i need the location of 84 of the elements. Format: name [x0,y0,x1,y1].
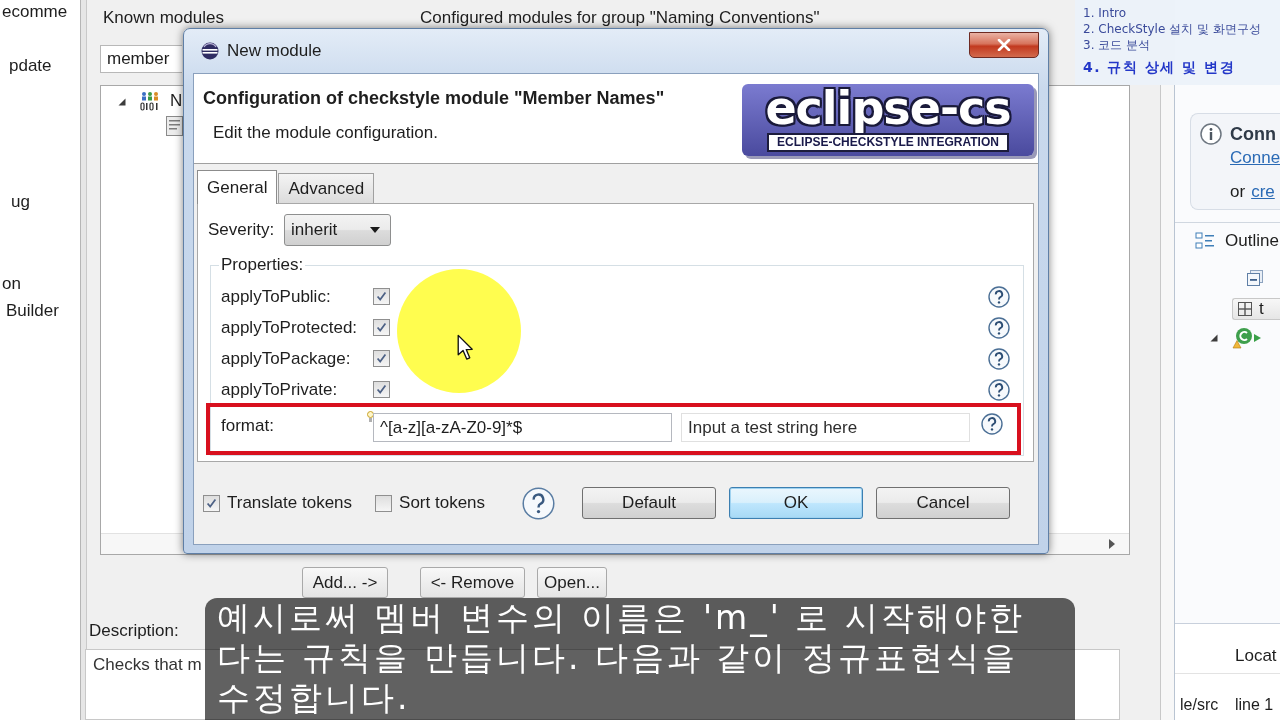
property-label: applyToProtected: [221,317,359,338]
checkbox-label[interactable]: Translate tokens [227,493,353,513]
expand-triangle-icon[interactable] [118,98,126,106]
tree-item[interactable]: on [0,271,21,300]
info-icon [1200,123,1222,145]
description-label: Description: [89,620,179,642]
document-icon [166,116,183,136]
configured-modules-label: Configured modules for group "Naming Conventions" [420,9,820,29]
checkbox[interactable] [375,494,393,512]
play-icon [1254,334,1261,342]
link[interactable]: Conne [1230,145,1280,171]
description-text: Checks that m [93,654,202,676]
check-icon [375,383,388,396]
logo-tagline: ECLIPSE-CHECKSTYLE INTEGRATION [767,133,1009,152]
filter-field[interactable]: member [100,45,182,73]
header-title: Configuration of checkstyle module "Member Names" [203,87,665,109]
toolbar-button[interactable]: t [1232,298,1280,320]
help-icon[interactable] [988,378,1010,401]
known-modules-label: Known modules [103,9,224,29]
chapter-item: 3. 코드 분석 [1083,37,1151,53]
severity-dropdown[interactable]: inherit [284,214,391,246]
help-icon[interactable] [981,413,1003,435]
check-icon [375,352,388,365]
help-icon[interactable] [988,316,1010,339]
people-icon [140,91,160,111]
checkbox-label[interactable]: Sort tokens [399,493,486,513]
caret-icon [370,227,380,233]
collapse-all-icon[interactable] [1246,269,1264,287]
tab[interactable]: Advanced [278,173,375,203]
chapter-item: 2. CheckStyle 설치 및 화면구성 [1083,21,1261,37]
property-label: format: [221,415,275,436]
regex-field[interactable]: ^[a-z][a-zA-Z0-9]*$ [373,413,672,442]
checkbox[interactable] [203,494,220,512]
check-icon [205,496,218,510]
help-icon[interactable] [988,347,1010,370]
subtitle-text: 예시로써 멤버 변수의 이름은 'm_' 로 시작해야한다는 규칙을 만듭니다. 다음과 같이 정규표현식을 수정합니다. [217,598,1026,718]
link[interactable]: cre [1251,179,1275,205]
help-icon[interactable] [522,486,556,520]
checkbox[interactable] [373,381,390,398]
property-label: applyToPackage: [221,348,352,369]
column-header[interactable]: Locat [1235,645,1277,666]
lightbulb-icon [367,411,374,423]
remove-button[interactable]: <- Remove [420,567,525,598]
severity-label: Severity: [208,220,276,240]
outline-icon [1195,232,1215,250]
tree-item[interactable]: ug [0,190,30,218]
close-button[interactable] [969,32,1039,58]
table-cell-text: le/src [1180,695,1220,715]
tree-item[interactable]: pdate [0,54,52,82]
tab[interactable]: General [197,170,278,204]
view-title[interactable]: Outline [1225,231,1279,251]
cancel-button[interactable]: Cancel [876,487,1011,519]
header-subtitle: Edit the module configuration. [212,122,439,144]
properties-label: Properties: [221,255,304,274]
checkbox[interactable] [373,319,390,336]
help-icon[interactable] [988,285,1010,308]
close-icon [997,39,1011,51]
class-icon [1232,327,1254,349]
tree-item[interactable]: Builder [0,299,59,327]
logo-wordmark: eclipse-cs [765,84,1011,132]
grid-icon [1237,301,1253,317]
checkbox[interactable] [373,350,390,367]
test-field[interactable]: Input a test string here [681,413,970,442]
table-cell-text: line 1 [1235,695,1275,715]
default-button[interactable]: Default [582,487,717,519]
open-button[interactable]: Open... [537,567,607,598]
info-title: Conn [1230,123,1276,145]
check-icon [375,290,388,303]
chapter-item: 1. Intro [1083,5,1127,21]
info-text: or [1230,181,1246,203]
pointer-icon [457,334,474,361]
add-button[interactable]: Add... -> [302,567,388,598]
expand-triangle-icon[interactable] [1210,334,1218,342]
ok-button[interactable]: OK [729,487,864,519]
property-label: applyToPublic: [221,286,332,307]
eclipse-icon [201,42,219,60]
check-icon [375,321,388,334]
property-label: applyToPrivate: [221,379,339,400]
chapter-item: 4. 규칙 상세 및 변경 [1083,58,1236,76]
scroll-arrow-icon[interactable] [1109,539,1115,549]
dialog-title: New module [227,41,322,61]
tree-item[interactable]: ecomme [0,0,68,28]
tree-item[interactable]: N [170,91,183,111]
checkbox[interactable] [373,288,390,305]
